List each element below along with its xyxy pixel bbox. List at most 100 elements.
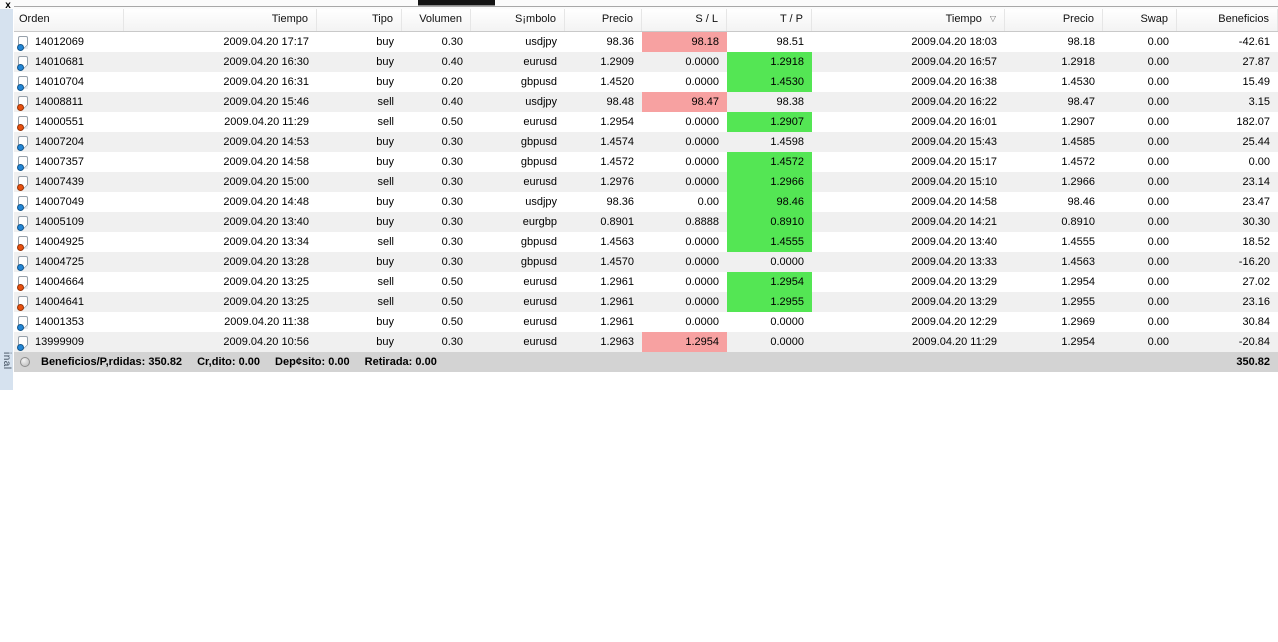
- history-row[interactable]: 14008811 2009.04.20 15:46 sell 0.40 usdj…: [14, 92, 1278, 112]
- profit-cell: 30.84: [1242, 316, 1270, 328]
- stop-loss-cell: 0.0000: [685, 256, 719, 268]
- symbol-cell: eurusd: [523, 336, 557, 348]
- summary-credit-label: Cr,dito:: [197, 356, 236, 368]
- type-cell: buy: [376, 196, 394, 208]
- order-document-icon: [17, 195, 28, 211]
- order-cell: 14008811: [14, 92, 124, 112]
- close-time-cell: 2009.04.20 14:21: [911, 216, 997, 228]
- order-number: 14001353: [35, 316, 84, 328]
- column-header-precio-close[interactable]: Precio: [1005, 9, 1103, 31]
- column-header-tipo[interactable]: Tipo: [317, 9, 402, 31]
- stop-loss-cell: 0.0000: [685, 56, 719, 68]
- volume-cell: 0.30: [441, 156, 463, 168]
- profit-cell: 18.52: [1242, 236, 1270, 248]
- symbol-cell: eurusd: [523, 276, 557, 288]
- order-type-dot-icon: [17, 283, 24, 291]
- stop-loss-cell: 0.0000: [685, 316, 719, 328]
- order-document-icon: [17, 315, 28, 331]
- column-header-tiempo-open[interactable]: Tiempo: [124, 9, 317, 31]
- open-time-cell: 2009.04.20 13:28: [223, 256, 309, 268]
- history-row[interactable]: 13999909 2009.04.20 10:56 buy 0.30 eurus…: [14, 332, 1278, 352]
- close-time-cell: 2009.04.20 13:33: [911, 256, 997, 268]
- history-row[interactable]: 14001353 2009.04.20 11:38 buy 0.50 eurus…: [14, 312, 1278, 332]
- open-time-cell: 2009.04.20 13:25: [223, 276, 309, 288]
- order-number: 14005109: [35, 216, 84, 228]
- history-row[interactable]: 14000551 2009.04.20 11:29 sell 0.50 euru…: [14, 112, 1278, 132]
- history-row[interactable]: 14004664 2009.04.20 13:25 sell 0.50 euru…: [14, 272, 1278, 292]
- order-type-dot-icon: [17, 63, 24, 71]
- order-document-icon: [17, 115, 28, 131]
- column-header-simbolo[interactable]: S¡mbolo: [471, 9, 565, 31]
- open-price-cell: 1.2961: [600, 316, 634, 328]
- close-price-cell: 1.2966: [1061, 176, 1095, 188]
- order-document-icon: [17, 75, 28, 91]
- history-row[interactable]: 14010681 2009.04.20 16:30 buy 0.40 eurus…: [14, 52, 1278, 72]
- stop-loss-cell: 0.0000: [685, 76, 719, 88]
- summary-withdrawal-label: Retirada:: [364, 356, 413, 368]
- history-row[interactable]: 14004925 2009.04.20 13:34 sell 0.30 gbpu…: [14, 232, 1278, 252]
- order-number: 14007439: [35, 176, 84, 188]
- sort-descending-icon: ▽: [989, 14, 996, 23]
- history-row[interactable]: 14007049 2009.04.20 14:48 buy 0.30 usdjp…: [14, 192, 1278, 212]
- column-header-tiempo-close[interactable]: Tiempo ▽: [812, 9, 1005, 31]
- close-time-cell: 2009.04.20 13:40: [911, 236, 997, 248]
- column-header-swap[interactable]: Swap: [1103, 9, 1177, 31]
- summary-total: 350.82: [1236, 356, 1270, 368]
- order-number: 14000551: [35, 116, 84, 128]
- history-row[interactable]: 14007357 2009.04.20 14:58 buy 0.30 gbpus…: [14, 152, 1278, 172]
- summary-profit-value: 350.82: [148, 356, 183, 368]
- symbol-cell: gbpusd: [520, 236, 557, 248]
- history-row[interactable]: 14004641 2009.04.20 13:25 sell 0.50 euru…: [14, 292, 1278, 312]
- swap-cell: 0.00: [1147, 256, 1169, 268]
- open-time-cell: 2009.04.20 10:56: [223, 336, 309, 348]
- terminal-vertical-tab[interactable]: inal: [0, 352, 13, 390]
- order-document-icon: [17, 35, 28, 51]
- balance-icon: [20, 357, 30, 367]
- take-profit-cell: 98.38: [776, 96, 804, 108]
- volume-cell: 0.30: [441, 256, 463, 268]
- summary-deposit-value: 0.00: [328, 356, 350, 368]
- take-profit-cell: 1.2966: [727, 172, 812, 192]
- stop-loss-cell: 98.18: [642, 32, 727, 52]
- column-header-volumen[interactable]: Volumen: [402, 9, 471, 31]
- order-cell: 14010681: [14, 52, 124, 72]
- type-cell: buy: [376, 316, 394, 328]
- swap-cell: 0.00: [1147, 96, 1169, 108]
- volume-cell: 0.50: [441, 116, 463, 128]
- order-number: 14012069: [35, 36, 84, 48]
- symbol-cell: gbpusd: [520, 136, 557, 148]
- open-price-cell: 1.2954: [600, 116, 634, 128]
- symbol-cell: usdjpy: [525, 196, 557, 208]
- account-history-table: Orden Tiempo Tipo Volumen S¡mbolo Precio…: [14, 9, 1278, 372]
- history-row[interactable]: 14005109 2009.04.20 13:40 buy 0.30 eurgb…: [14, 212, 1278, 232]
- close-time-cell: 2009.04.20 13:29: [911, 276, 997, 288]
- swap-cell: 0.00: [1147, 236, 1169, 248]
- stop-loss-cell: 0.0000: [685, 176, 719, 188]
- history-row[interactable]: 14004725 2009.04.20 13:28 buy 0.30 gbpus…: [14, 252, 1278, 272]
- column-header-beneficios[interactable]: Beneficios: [1177, 9, 1278, 31]
- column-header-tp[interactable]: T / P: [727, 9, 812, 31]
- type-cell: buy: [376, 216, 394, 228]
- type-cell: sell: [377, 276, 394, 288]
- symbol-cell: gbpusd: [520, 76, 557, 88]
- history-row[interactable]: 14012069 2009.04.20 17:17 buy 0.30 usdjp…: [14, 32, 1278, 52]
- toolbar-divider: [14, 6, 1278, 7]
- take-profit-cell: 0.0000: [770, 316, 804, 328]
- stop-loss-cell: 0.0000: [685, 136, 719, 148]
- column-header-orden[interactable]: Orden: [14, 9, 124, 31]
- stop-loss-cell: 0.0000: [685, 116, 719, 128]
- open-price-cell: 1.2961: [600, 276, 634, 288]
- order-cell: 14004664: [14, 272, 124, 292]
- swap-cell: 0.00: [1147, 296, 1169, 308]
- type-cell: sell: [377, 296, 394, 308]
- type-cell: buy: [376, 76, 394, 88]
- history-row[interactable]: 14007439 2009.04.20 15:00 sell 0.30 euru…: [14, 172, 1278, 192]
- column-header-precio-open[interactable]: Precio: [565, 9, 642, 31]
- volume-cell: 0.30: [441, 216, 463, 228]
- close-time-cell: 2009.04.20 13:29: [911, 296, 997, 308]
- history-row[interactable]: 14010704 2009.04.20 16:31 buy 0.20 gbpus…: [14, 72, 1278, 92]
- column-header-sl[interactable]: S / L: [642, 9, 727, 31]
- type-cell: buy: [376, 36, 394, 48]
- history-row[interactable]: 14007204 2009.04.20 14:53 buy 0.30 gbpus…: [14, 132, 1278, 152]
- order-cell: 14007049: [14, 192, 124, 212]
